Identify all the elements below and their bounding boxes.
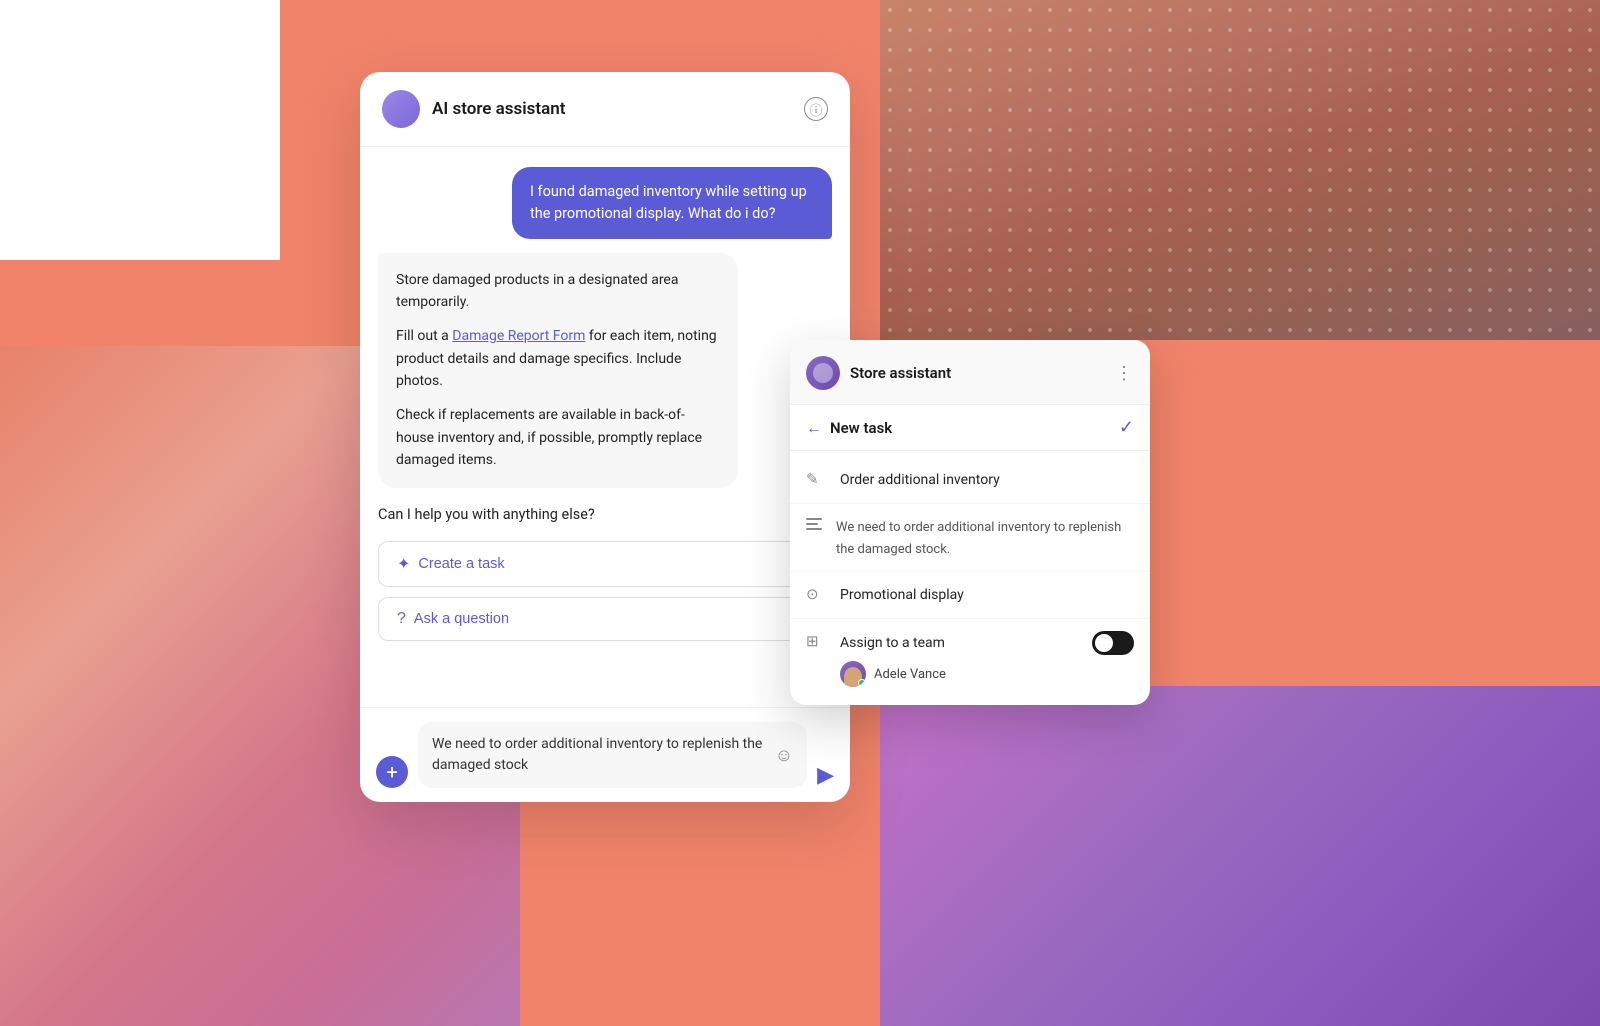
task-panel-header: Store assistant ⋮ bbox=[790, 340, 1150, 405]
assign-toggle[interactable] bbox=[1092, 631, 1134, 655]
online-status-indicator bbox=[858, 679, 866, 687]
task-title-value[interactable]: Order additional inventory bbox=[840, 472, 1000, 488]
task-location-content: Promotional display bbox=[840, 584, 1134, 606]
user-message: I found damaged inventory while setting … bbox=[512, 167, 832, 239]
task-location-field: ⊙ Promotional display bbox=[790, 572, 1150, 619]
create-task-button[interactable]: ✦ Create a task bbox=[378, 541, 832, 587]
ai-avatar bbox=[382, 90, 420, 128]
new-task-label: New task bbox=[830, 419, 892, 437]
pencil-icon: ✎ bbox=[806, 470, 826, 488]
task-panel-title: Store assistant bbox=[850, 364, 951, 382]
bg-top-right bbox=[880, 0, 1600, 340]
assignee-name: Adele Vance bbox=[874, 667, 946, 682]
store-avatar-inner bbox=[813, 363, 833, 383]
chat-header: AI store assistant ⓘ bbox=[360, 72, 850, 147]
task-menu-button[interactable]: ⋮ bbox=[1115, 363, 1134, 384]
bg-top-left bbox=[0, 0, 280, 260]
lines-icon bbox=[806, 518, 822, 530]
task-header-left: Store assistant bbox=[806, 356, 951, 390]
location-icon: ⊙ bbox=[806, 585, 826, 603]
task-title-content: Order additional inventory bbox=[840, 469, 1134, 491]
task-description-field: We need to order additional inventory to… bbox=[790, 504, 1150, 572]
ai-para-2: Fill out a Damage Report Form for each i… bbox=[396, 325, 720, 392]
back-button[interactable]: ← bbox=[806, 418, 822, 438]
task-location-value[interactable]: Promotional display bbox=[840, 587, 964, 603]
send-button[interactable]: ▶ bbox=[817, 763, 834, 788]
ai-message: Store damaged products in a designated a… bbox=[378, 253, 738, 488]
assignee-avatar bbox=[840, 661, 866, 687]
assign-label: Assign to a team bbox=[840, 635, 945, 651]
ask-question-icon: ? bbox=[397, 610, 406, 628]
task-nav-left: ← New task bbox=[806, 418, 892, 438]
damage-report-link[interactable]: Damage Report Form bbox=[452, 328, 585, 344]
task-nav: ← New task ✓ bbox=[790, 405, 1150, 451]
confirm-task-button[interactable]: ✓ bbox=[1119, 417, 1134, 438]
chat-input-area: + We need to order additional inventory … bbox=[360, 707, 850, 802]
attachment-button[interactable]: + bbox=[376, 756, 408, 788]
chat-messages: I found damaged inventory while setting … bbox=[360, 147, 850, 707]
info-icon[interactable]: ⓘ bbox=[804, 97, 828, 121]
task-description-content: We need to order additional inventory to… bbox=[836, 516, 1134, 559]
assign-toggle-row: Assign to a team bbox=[840, 631, 1134, 655]
action-buttons: ✦ Create a task ? Ask a question bbox=[378, 541, 832, 641]
chat-title: AI store assistant bbox=[432, 99, 565, 119]
dot-pattern bbox=[880, 0, 1600, 340]
bg-bottom-right bbox=[880, 686, 1600, 1026]
toggle-knob bbox=[1095, 634, 1113, 652]
ai-para-1: Store damaged products in a designated a… bbox=[396, 269, 720, 314]
message-input-bubble[interactable]: We need to order additional inventory to… bbox=[418, 722, 807, 788]
task-fields: ✎ Order additional inventory We need to … bbox=[790, 451, 1150, 705]
create-task-label: Create a task bbox=[418, 556, 504, 572]
store-avatar bbox=[806, 356, 840, 390]
bg-texture bbox=[880, 0, 1600, 340]
assignee-row: Adele Vance bbox=[840, 661, 1134, 687]
ai-para-3: Check if replacements are available in b… bbox=[396, 404, 720, 471]
ask-question-button[interactable]: ? Ask a question bbox=[378, 597, 832, 641]
task-assign-content: Assign to a team Adele Vance bbox=[840, 631, 1134, 687]
task-panel: Store assistant ⋮ ← New task ✓ ✎ Order a… bbox=[790, 340, 1150, 705]
input-row: We need to order additional inventory to… bbox=[432, 734, 793, 776]
create-task-icon: ✦ bbox=[397, 554, 410, 574]
emoji-button[interactable]: ☺ bbox=[775, 742, 793, 769]
task-description-value[interactable]: We need to order additional inventory to… bbox=[836, 520, 1121, 557]
helper-question: Can I help you with anything else? bbox=[378, 502, 595, 527]
ask-question-label: Ask a question bbox=[414, 611, 509, 627]
input-text: We need to order additional inventory to… bbox=[432, 734, 775, 776]
task-assign-field: ⊞ Assign to a team Adele Vance bbox=[790, 619, 1150, 699]
chat-panel: AI store assistant ⓘ I found damaged inv… bbox=[360, 72, 850, 802]
assign-icon: ⊞ bbox=[806, 632, 826, 650]
chat-header-left: AI store assistant bbox=[382, 90, 565, 128]
task-title-field: ✎ Order additional inventory bbox=[790, 457, 1150, 504]
